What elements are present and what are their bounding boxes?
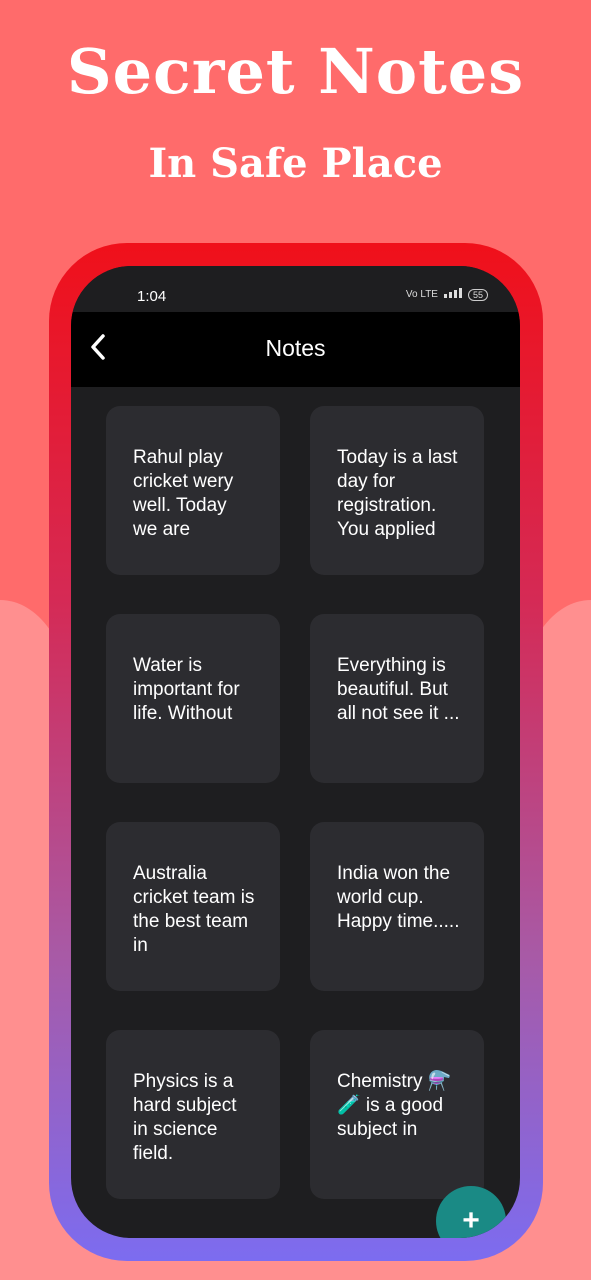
network-label: Vo LTE bbox=[405, 289, 438, 300]
promo-subtitle: In Safe Place bbox=[148, 140, 443, 187]
note-card[interactable]: Chemistry ⚗️🧪 is a good subject in bbox=[310, 1030, 484, 1199]
screen-title: Notes bbox=[265, 335, 326, 361]
status-icons: Vo LTE 55 bbox=[406, 288, 488, 301]
note-card[interactable]: Water is important for life. Without bbox=[106, 614, 280, 783]
note-card[interactable]: Everything is beautiful. But all not see… bbox=[310, 614, 484, 783]
phone-screen: 1:04 Vo LTE 55 Notes Rahul play cricket … bbox=[71, 266, 520, 1238]
app-bar: Notes bbox=[71, 312, 520, 387]
phone-frame: 1:04 Vo LTE 55 Notes Rahul play cricket … bbox=[49, 243, 543, 1261]
battery-icon: 55 bbox=[467, 288, 488, 301]
note-card[interactable]: Today is a last day for registration. Yo… bbox=[310, 406, 484, 575]
note-card[interactable]: Australia cricket team is the best team … bbox=[106, 822, 280, 991]
signal-icon bbox=[443, 288, 462, 301]
note-card[interactable]: Physics is a hard subject in science fie… bbox=[106, 1030, 280, 1199]
note-card[interactable]: India won the world cup. Happy time..... bbox=[310, 822, 484, 991]
status-time: 1:04 bbox=[137, 288, 167, 305]
note-card[interactable]: Rahul play cricket wery well. Today we a… bbox=[106, 406, 280, 575]
status-bar: 1:04 Vo LTE 55 bbox=[71, 266, 520, 312]
promo-title: Secret Notes bbox=[66, 35, 525, 108]
